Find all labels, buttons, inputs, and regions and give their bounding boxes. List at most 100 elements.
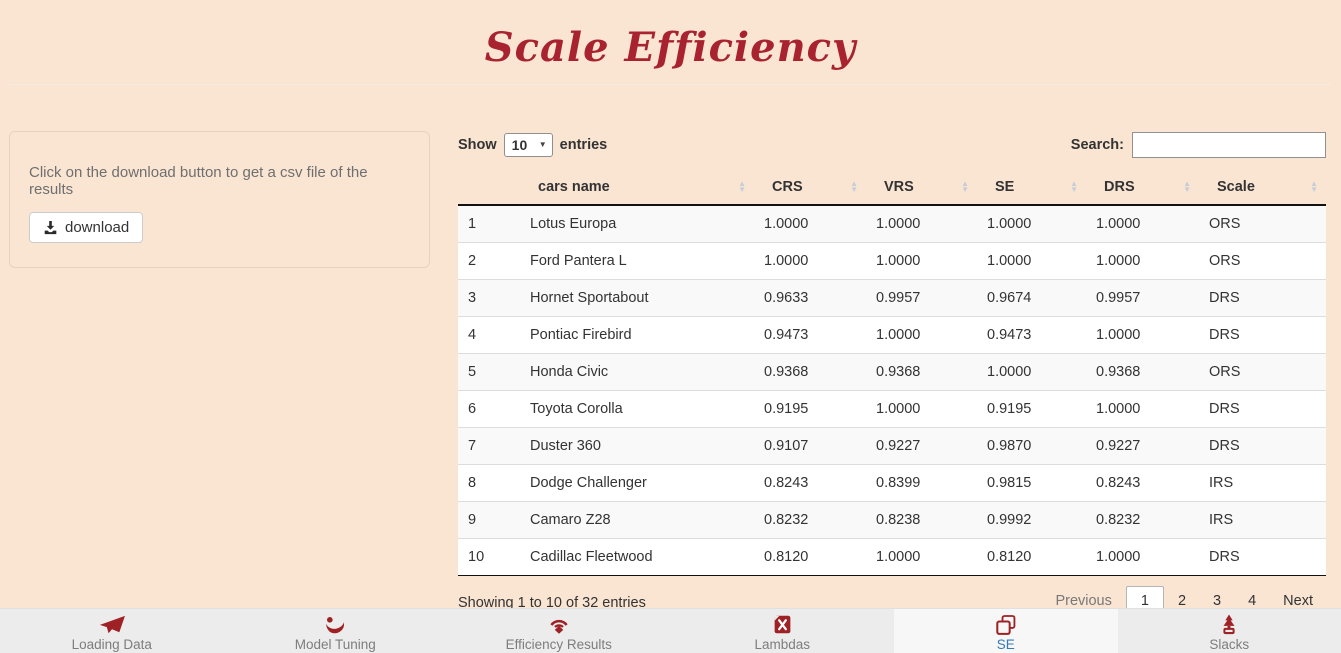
tab-lambdas[interactable]: Lambdas	[671, 609, 895, 653]
column-header-se[interactable]: SE ▲▼	[977, 170, 1086, 205]
crescent-icon	[323, 614, 347, 636]
tree-icon	[1218, 614, 1240, 636]
se-cell: 1.0000	[977, 353, 1086, 390]
scale-cell: DRS	[1199, 316, 1326, 353]
results-table-area: Show 10 ▼ entries Search:	[458, 131, 1326, 616]
drs-cell: 1.0000	[1086, 538, 1199, 575]
row-index-cell: 9	[458, 501, 520, 538]
row-index-cell: 4	[458, 316, 520, 353]
scale-cell: IRS	[1199, 464, 1326, 501]
main-content: Click on the download button to get a cs…	[0, 131, 1341, 616]
car-name-cell: Toyota Corolla	[520, 390, 754, 427]
crs-cell: 0.9195	[754, 390, 866, 427]
se-cell: 1.0000	[977, 205, 1086, 242]
row-index-cell: 7	[458, 427, 520, 464]
crs-cell: 1.0000	[754, 205, 866, 242]
scale-cell: DRS	[1199, 279, 1326, 316]
clone-icon	[995, 614, 1017, 636]
vrs-cell: 0.8399	[866, 464, 977, 501]
table-row: 6Toyota Corolla0.91951.00000.91951.0000D…	[458, 390, 1326, 427]
drs-cell: 1.0000	[1086, 316, 1199, 353]
sort-icon: ▲▼	[850, 181, 858, 193]
column-header-scale[interactable]: Scale ▲▼	[1199, 170, 1326, 205]
table-row: 10Cadillac Fleetwood0.81201.00000.81201.…	[458, 538, 1326, 575]
column-header-cars-name[interactable]: cars name ▲▼	[520, 170, 754, 205]
sort-icon: ▲▼	[1183, 181, 1191, 193]
download-icon	[43, 220, 58, 235]
car-name-cell: Camaro Z28	[520, 501, 754, 538]
page-length-select[interactable]: 10 ▼	[504, 133, 553, 157]
drs-cell: 0.8243	[1086, 464, 1199, 501]
download-button[interactable]: download	[29, 212, 143, 243]
crs-cell: 0.8243	[754, 464, 866, 501]
paper-plane-icon	[98, 614, 126, 636]
column-header-crs[interactable]: CRS ▲▼	[754, 170, 866, 205]
excel-file-icon	[772, 614, 793, 636]
table-header-row: cars name ▲▼ CRS ▲▼ VRS ▲▼ SE ▲▼	[458, 170, 1326, 205]
scale-cell: ORS	[1199, 353, 1326, 390]
sort-icon: ▲▼	[1310, 181, 1318, 193]
scale-cell: DRS	[1199, 538, 1326, 575]
page-length-value: 10	[512, 137, 528, 153]
tab-label: Lambdas	[754, 637, 810, 653]
vrs-cell: 0.8238	[866, 501, 977, 538]
page-length-control: Show 10 ▼ entries	[458, 133, 607, 157]
row-index-cell: 2	[458, 242, 520, 279]
crs-cell: 0.8120	[754, 538, 866, 575]
drs-cell: 1.0000	[1086, 390, 1199, 427]
crs-cell: 0.8232	[754, 501, 866, 538]
page-title: Scale Efficiency	[0, 0, 1341, 72]
results-table: cars name ▲▼ CRS ▲▼ VRS ▲▼ SE ▲▼	[458, 170, 1326, 576]
drs-cell: 0.8232	[1086, 501, 1199, 538]
scale-cell: IRS	[1199, 501, 1326, 538]
column-header-index[interactable]	[458, 170, 520, 205]
crs-cell: 0.9368	[754, 353, 866, 390]
car-name-cell: Ford Pantera L	[520, 242, 754, 279]
table-row: 8Dodge Challenger0.82430.83990.98150.824…	[458, 464, 1326, 501]
tab-slacks[interactable]: Slacks	[1118, 609, 1341, 653]
row-index-cell: 3	[458, 279, 520, 316]
drs-cell: 0.9227	[1086, 427, 1199, 464]
tab-efficiency-results[interactable]: Efficiency Results	[447, 609, 671, 653]
drs-cell: 1.0000	[1086, 205, 1199, 242]
crs-cell: 0.9107	[754, 427, 866, 464]
tab-loading-data[interactable]: Loading Data	[0, 609, 224, 653]
title-divider	[10, 84, 1331, 85]
vrs-cell: 1.0000	[866, 538, 977, 575]
length-label-before: Show	[458, 137, 497, 153]
tab-label: SE	[997, 637, 1015, 653]
tab-model-tuning[interactable]: Model Tuning	[224, 609, 448, 653]
table-row: 3Hornet Sportabout0.96330.99570.96740.99…	[458, 279, 1326, 316]
search-input[interactable]	[1132, 132, 1326, 158]
tab-label: Efficiency Results	[506, 637, 612, 653]
tab-label: Loading Data	[72, 637, 152, 653]
row-index-cell: 6	[458, 390, 520, 427]
table-info: Showing 1 to 10 of 32 entries	[458, 586, 646, 611]
column-header-vrs[interactable]: VRS ▲▼	[866, 170, 977, 205]
se-cell: 0.9992	[977, 501, 1086, 538]
car-name-cell: Honda Civic	[520, 353, 754, 390]
vrs-cell: 1.0000	[866, 390, 977, 427]
drs-cell: 1.0000	[1086, 242, 1199, 279]
tab-label: Model Tuning	[295, 637, 376, 653]
vrs-cell: 1.0000	[866, 205, 977, 242]
download-button-label: download	[65, 219, 129, 236]
tab-se[interactable]: SE	[894, 609, 1118, 653]
car-name-cell: Dodge Challenger	[520, 464, 754, 501]
car-name-cell: Lotus Europa	[520, 205, 754, 242]
search-label: Search:	[1071, 137, 1124, 153]
vrs-cell: 0.9957	[866, 279, 977, 316]
table-row: 2Ford Pantera L1.00001.00001.00001.0000O…	[458, 242, 1326, 279]
se-cell: 1.0000	[977, 242, 1086, 279]
se-cell: 0.9870	[977, 427, 1086, 464]
crs-cell: 0.9633	[754, 279, 866, 316]
vrs-cell: 1.0000	[866, 316, 977, 353]
row-index-cell: 1	[458, 205, 520, 242]
scale-cell: DRS	[1199, 390, 1326, 427]
table-row: 7Duster 3600.91070.92270.98700.9227DRS	[458, 427, 1326, 464]
table-row: 9Camaro Z280.82320.82380.99920.8232IRS	[458, 501, 1326, 538]
car-name-cell: Hornet Sportabout	[520, 279, 754, 316]
column-header-drs[interactable]: DRS ▲▼	[1086, 170, 1199, 205]
drs-cell: 0.9957	[1086, 279, 1199, 316]
se-cell: 0.8120	[977, 538, 1086, 575]
